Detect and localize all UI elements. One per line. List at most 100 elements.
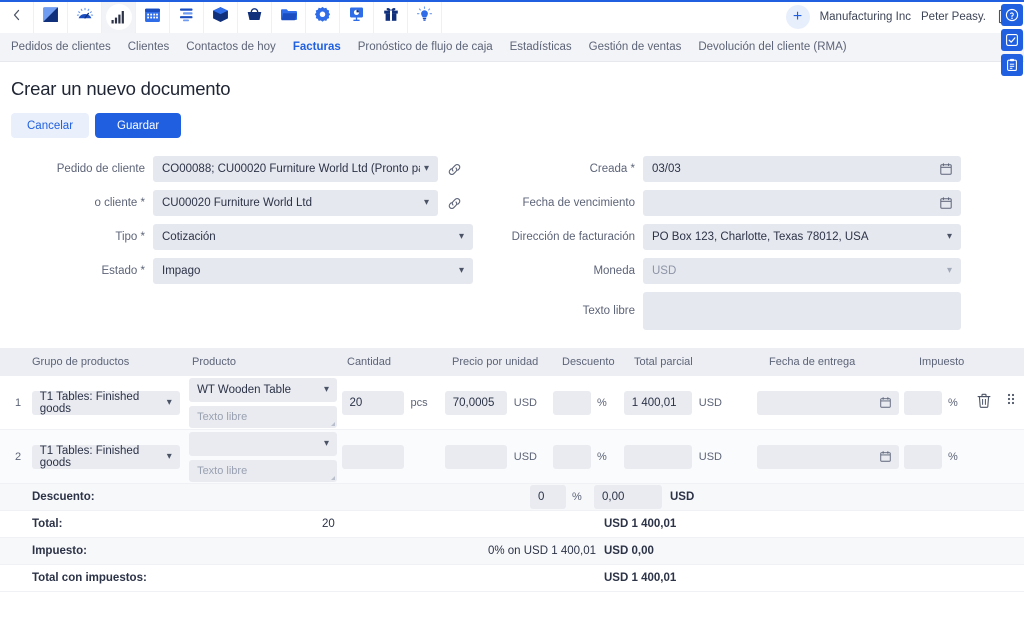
document-form: Pedido de cliente CO00088; CU00020 Furni… [0,138,1024,330]
delivery-date-input[interactable] [756,390,899,415]
unit-price-input[interactable] [444,444,507,469]
creada-date-input[interactable]: 03/03 [643,156,961,182]
nav-tab-pronostico-de-flujo-de-caja[interactable]: Pronóstico de flujo de caja [358,41,493,53]
fecha-de-vencimiento-date-input[interactable] [643,190,961,216]
save-button[interactable]: Guardar [95,113,182,138]
box-cube-icon [212,6,229,28]
field-label: Moneda [593,265,635,277]
bar-chart-icon [105,3,132,30]
clipboard-icon[interactable] [1001,54,1023,76]
nav-tab-facturas[interactable]: Facturas [293,41,341,53]
app-icon-ideas[interactable] [408,0,442,33]
product-select[interactable]: WT Wooden Table ▾ [189,377,338,402]
moneda-select[interactable]: USD ▾ [643,258,961,284]
tax-input[interactable] [904,444,943,469]
organization-name: Manufacturing Inc [819,10,911,23]
right-rail [1000,0,1024,76]
global-discount-amount-input[interactable]: 0,00 [594,485,662,509]
app-icon-dashboard[interactable] [68,0,102,33]
nav-tab-gestion-de-ventas[interactable]: Gestión de ventas [589,41,682,53]
tasks-list-icon [178,7,195,27]
product-group-select[interactable]: T1 Tables: Finished goods ▾ [31,444,180,469]
nav-tab-clientes[interactable]: Clientes [128,41,170,53]
nav-tab-pedidos-de-clientes[interactable]: Pedidos de clientes [11,41,111,53]
app-icon-tasks[interactable] [170,0,204,33]
chevron-down-icon: ▾ [423,197,429,208]
calendar-icon[interactable] [940,197,952,209]
summary-label: Total: [32,518,63,530]
texto-libre-textarea[interactable] [643,292,961,330]
app-icon-contrast-square[interactable] [34,0,68,33]
app-icon-documents[interactable] [272,0,306,33]
field-value: 03/03 [652,163,681,175]
section-nav: Pedidos de clientes Clientes Contactos d… [0,33,1024,62]
calendar-icon[interactable] [879,397,891,408]
discount-unit: % [596,450,607,463]
nav-tab-contactos-de-hoy[interactable]: Contactos de hoy [186,41,276,53]
global-discount-currency: USD [670,491,695,503]
price-currency: USD [513,450,537,463]
tipo-select[interactable]: Cotización ▾ [153,224,473,250]
tax-unit: % [948,450,958,463]
global-discount-percent-input[interactable]: 0 [530,485,566,509]
summary-total-value: USD 1 400,01 [604,518,677,530]
cancel-button[interactable]: Cancelar [11,113,90,138]
chevron-down-icon: ▾ [324,383,330,395]
app-icon-presentation[interactable] [340,0,374,33]
add-button[interactable]: + [785,4,810,29]
row-index: 2 [15,450,22,463]
product-free-text-input[interactable]: Texto libre [189,405,338,428]
o-cliente-select[interactable]: CU00020 Furniture World Ltd ▾ [153,190,438,216]
field-label: Creada * [589,163,635,175]
chevron-down-icon: ▾ [458,231,464,242]
col-header-producto: Producto [192,356,237,368]
delivery-date-input[interactable] [756,444,899,469]
app-icon-settings[interactable] [306,0,340,33]
direccion-de-facturacion-select[interactable]: PO Box 123, Charlotte, Texas 78012, USA … [643,224,961,250]
subtotal-input[interactable]: 1 400,01 [623,390,692,415]
nav-tab-estadisticas[interactable]: Estadísticas [510,41,572,53]
nav-tab-devolucion-del-cliente-rma[interactable]: Devolución del cliente (RMA) [698,41,846,53]
app-icon-inventory[interactable] [204,0,238,33]
field-label: Tipo * [115,231,145,243]
subtotal-input[interactable] [623,444,692,469]
field-moneda: Moneda USD ▾ [500,258,1000,284]
drag-row-handle[interactable] [998,393,1024,412]
tax-input[interactable] [904,390,943,415]
app-icon-gifts[interactable] [374,0,408,33]
link-icon[interactable] [446,195,462,211]
summary-row-descuento: Descuento: 0 % 0,00 USD [0,484,1024,511]
estado-select[interactable]: Impago ▾ [153,258,473,284]
app-icon-calendar[interactable] [136,0,170,33]
calendar-icon[interactable] [940,163,952,175]
field-label: Fecha de vencimiento [522,197,635,209]
summary-tax-value: USD 0,00 [604,545,654,557]
link-icon[interactable] [446,161,462,177]
task-check-icon[interactable] [1001,29,1023,51]
unit-price-input[interactable]: 70,0005 [444,390,507,415]
app-icon-purchases[interactable] [238,0,272,33]
table-row: 1 T1 Tables: Finished goods ▾ WT Wooden … [0,376,1024,430]
product-select[interactable]: ▾ [189,431,338,456]
help-icon[interactable] [1001,4,1023,26]
delete-row-button[interactable] [969,393,999,413]
product-free-text-input[interactable]: Texto libre [189,459,338,482]
discount-input[interactable] [552,444,591,469]
quantity-input[interactable] [341,444,404,469]
discount-input[interactable] [552,390,591,415]
col-header-cantidad: Cantidad [347,356,392,368]
quantity-input[interactable]: 20 [341,390,404,415]
contrast-square-icon [42,6,59,28]
lightbulb-icon [416,5,433,28]
calendar-icon[interactable] [879,451,891,462]
form-column-left: Pedido de cliente CO00088; CU00020 Furni… [0,156,500,330]
user-name[interactable]: Peter Peasy. [921,11,986,23]
pedido-de-cliente-select[interactable]: CO00088; CU00020 Furniture World Ltd (Pr… [153,156,438,182]
chevron-down-icon: ▾ [946,265,952,276]
app-icon-reports[interactable] [102,0,136,33]
product-group-select[interactable]: T1 Tables: Finished goods ▾ [31,390,180,415]
back-button[interactable] [0,0,34,33]
app-toolbar: + Manufacturing Inc Peter Peasy. [0,0,1024,76]
product-value: WT Wooden Table [197,383,292,396]
